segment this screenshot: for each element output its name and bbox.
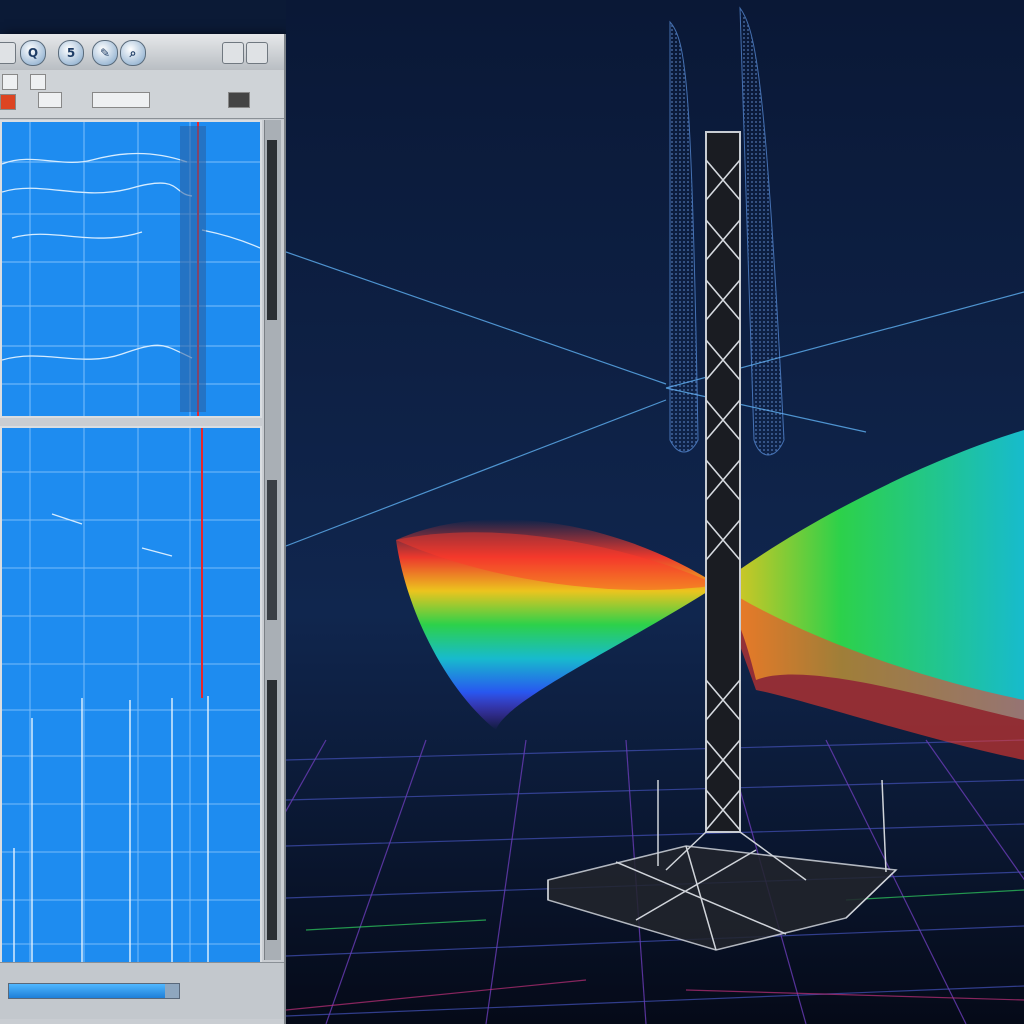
subbar-mini-button[interactable] bbox=[228, 92, 250, 108]
analyzer-window: Q 5 ✎ ⌕ bbox=[0, 34, 286, 1024]
subbar-toggle[interactable] bbox=[2, 74, 18, 90]
lower-trace-plot[interactable] bbox=[0, 426, 262, 964]
lower-spikes bbox=[13, 696, 209, 962]
lattice-tower bbox=[705, 131, 741, 833]
upper-trace-plot[interactable] bbox=[0, 120, 262, 418]
menu-stub-button[interactable] bbox=[0, 42, 16, 64]
search-icon[interactable]: ⌕ bbox=[120, 40, 146, 66]
refresh-icon[interactable]: 5 bbox=[58, 40, 84, 66]
scroll-thumb-2[interactable] bbox=[267, 480, 277, 620]
scene-stage: Q 5 ✎ ⌕ bbox=[0, 0, 1024, 1024]
toolbar: Q 5 ✎ ⌕ bbox=[0, 34, 284, 71]
alert-indicator bbox=[0, 94, 16, 110]
subbar-field[interactable] bbox=[38, 92, 62, 108]
status-bar bbox=[0, 962, 284, 1019]
vertical-scrollbar[interactable] bbox=[264, 120, 281, 960]
antenna-radiation-scene bbox=[286, 0, 1024, 1024]
progress-fill bbox=[9, 984, 166, 998]
lower-trace bbox=[141, 547, 173, 557]
lower-plot-canvas bbox=[2, 428, 260, 962]
upper-plot-canvas bbox=[2, 122, 260, 416]
progress-bar bbox=[8, 983, 180, 999]
scroll-thumb-3[interactable] bbox=[267, 680, 277, 940]
window-options-button[interactable] bbox=[246, 42, 268, 64]
record-icon[interactable]: ✎ bbox=[92, 40, 118, 66]
upper-grid bbox=[2, 122, 260, 416]
find-icon[interactable]: Q bbox=[20, 40, 46, 66]
secondary-toolbar bbox=[0, 70, 284, 119]
tower-mast bbox=[705, 131, 741, 833]
upper-traces bbox=[2, 152, 260, 361]
subbar-toggle-2[interactable] bbox=[30, 74, 46, 90]
marker-band bbox=[180, 126, 206, 412]
lower-grid bbox=[2, 428, 260, 962]
scroll-thumb[interactable] bbox=[267, 140, 277, 320]
lower-trace bbox=[51, 513, 83, 525]
subbar-readout bbox=[92, 92, 150, 108]
window-tool-button[interactable] bbox=[222, 42, 244, 64]
